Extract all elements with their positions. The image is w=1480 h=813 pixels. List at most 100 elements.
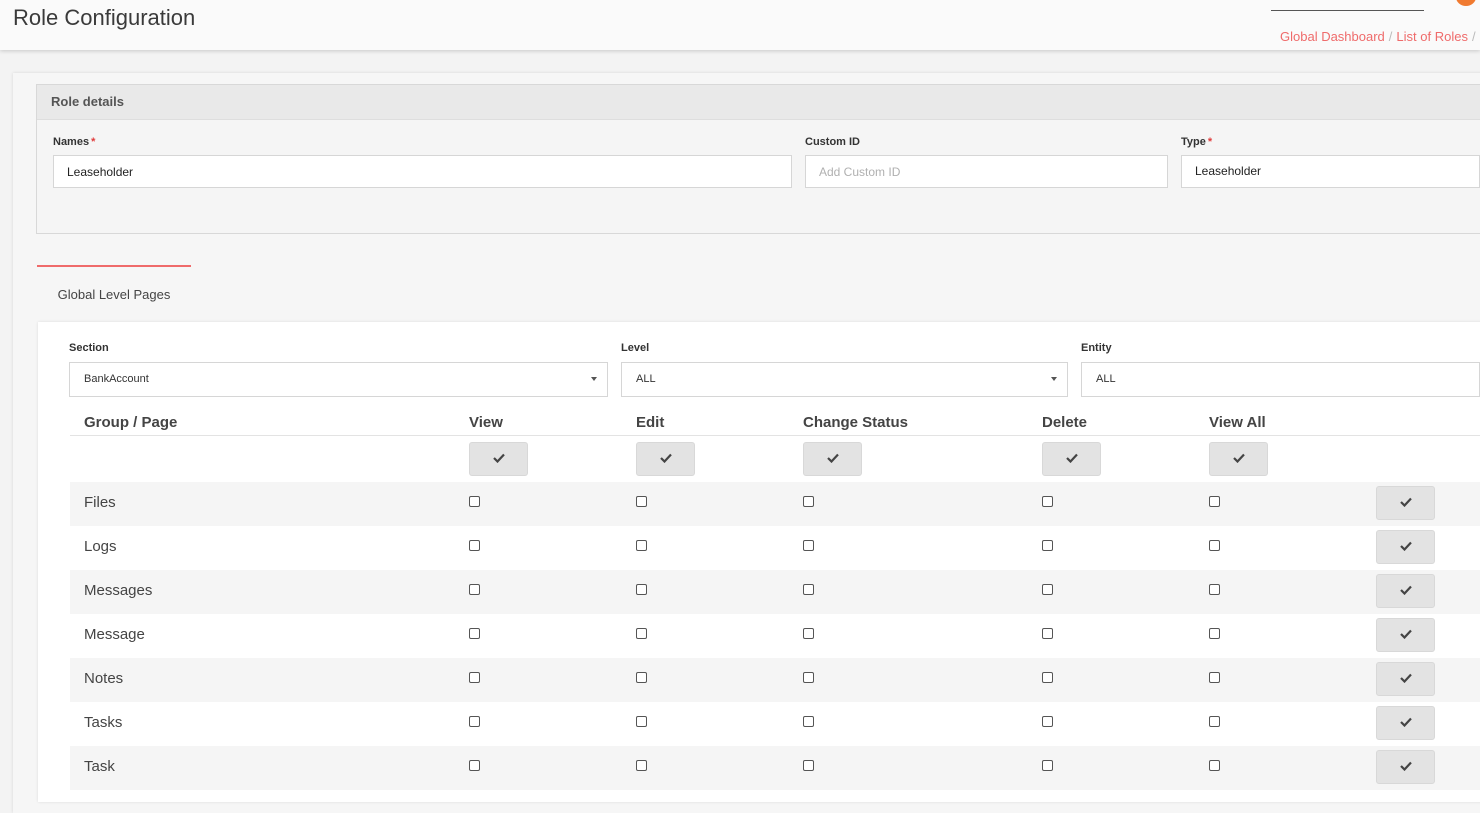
select-all-view-all-button[interactable] xyxy=(1209,442,1268,476)
row-label: Message xyxy=(84,626,145,643)
checkbox-view[interactable] xyxy=(469,628,480,639)
search-input[interactable] xyxy=(1271,0,1424,11)
select-all-edit-button[interactable] xyxy=(636,442,695,476)
check-icon xyxy=(1399,538,1412,556)
entity-select[interactable]: ALL xyxy=(1081,362,1480,397)
checkbox-delete[interactable] xyxy=(1042,760,1053,771)
checkbox-edit[interactable] xyxy=(636,628,647,639)
checkbox-view-all[interactable] xyxy=(1209,628,1220,639)
level-value: ALL xyxy=(636,373,656,385)
row-label: Task xyxy=(84,758,115,775)
breadcrumb-separator: / xyxy=(1388,29,1393,44)
checkbox-change-status[interactable] xyxy=(803,672,814,683)
checkbox-edit[interactable] xyxy=(636,672,647,683)
select-row-button[interactable] xyxy=(1376,618,1435,652)
select-row-button[interactable] xyxy=(1376,530,1435,564)
custom-id-label: Custom ID xyxy=(805,136,860,148)
checkbox-change-status[interactable] xyxy=(803,584,814,595)
row-label: Notes xyxy=(84,670,124,687)
type-select[interactable]: Leaseholder xyxy=(1181,155,1480,188)
row-label: Files xyxy=(84,494,116,511)
select-row-button[interactable] xyxy=(1376,662,1435,696)
select-row-button[interactable] xyxy=(1376,750,1435,784)
checkbox-edit[interactable] xyxy=(636,584,647,595)
checkbox-view[interactable] xyxy=(469,760,480,771)
row-label: Logs xyxy=(84,538,117,555)
check-icon xyxy=(1399,758,1412,776)
check-icon xyxy=(659,450,672,468)
checkbox-view-all[interactable] xyxy=(1209,584,1220,595)
row-label: Tasks xyxy=(84,714,123,731)
checkbox-view-all[interactable] xyxy=(1209,716,1220,727)
checkbox-delete[interactable] xyxy=(1042,628,1053,639)
row-label: Messages xyxy=(84,582,153,599)
checkbox-change-status[interactable] xyxy=(803,760,814,771)
checkbox-edit[interactable] xyxy=(636,716,647,727)
checkbox-change-status[interactable] xyxy=(803,496,814,507)
select-row-button[interactable] xyxy=(1376,574,1435,608)
select-all-view-button[interactable] xyxy=(469,442,528,476)
top-bar: Role Configuration Global Dashboard / List… xyxy=(0,0,1480,50)
custom-id-input[interactable] xyxy=(805,155,1168,188)
check-icon xyxy=(826,450,839,468)
entity-value: ALL xyxy=(1096,373,1116,385)
column-header-group-page: Group / Page xyxy=(84,414,178,431)
section-label: Section xyxy=(69,342,109,354)
table-row: Message xyxy=(70,614,1480,658)
caret-down-icon xyxy=(1051,377,1057,381)
column-header-view: View xyxy=(469,414,503,431)
breadcrumb: Global Dashboard / List of Roles / xyxy=(1280,29,1480,44)
role-details-heading: Role details xyxy=(37,85,1480,120)
check-icon xyxy=(1399,670,1412,688)
checkbox-edit[interactable] xyxy=(636,540,647,551)
table-row: Logs xyxy=(70,526,1480,570)
check-icon xyxy=(1399,582,1412,600)
column-header-view-all: View All xyxy=(1209,414,1266,431)
checkbox-view[interactable] xyxy=(469,716,480,727)
checkbox-change-status[interactable] xyxy=(803,540,814,551)
level-label: Level xyxy=(621,342,650,354)
select-all-change-status-button[interactable] xyxy=(803,442,862,476)
check-icon xyxy=(1399,626,1412,644)
checkbox-delete[interactable] xyxy=(1042,584,1053,595)
checkbox-view-all[interactable] xyxy=(1209,760,1220,771)
checkbox-delete[interactable] xyxy=(1042,716,1053,727)
checkbox-edit[interactable] xyxy=(636,496,647,507)
checkbox-change-status[interactable] xyxy=(803,716,814,727)
table-row: Tasks xyxy=(70,702,1480,746)
breadcrumb-list-of-roles[interactable]: List of Roles xyxy=(1396,29,1468,44)
checkbox-delete[interactable] xyxy=(1042,496,1053,507)
checkbox-view[interactable] xyxy=(469,496,480,507)
checkbox-view-all[interactable] xyxy=(1209,540,1220,551)
breadcrumb-global-dashboard[interactable]: Global Dashboard xyxy=(1280,29,1385,44)
check-icon xyxy=(1399,714,1412,732)
select-all-delete-button[interactable] xyxy=(1042,442,1101,476)
header-divider xyxy=(70,435,1480,436)
entity-label: Entity xyxy=(1081,342,1112,354)
names-label: Names * xyxy=(53,136,96,148)
checkbox-delete[interactable] xyxy=(1042,540,1053,551)
names-input[interactable] xyxy=(53,155,792,188)
tab-global-level-pages[interactable]: Global Level Pages xyxy=(37,265,191,323)
checkbox-view-all[interactable] xyxy=(1209,672,1220,683)
checkbox-delete[interactable] xyxy=(1042,672,1053,683)
checkbox-view[interactable] xyxy=(469,540,480,551)
table-row: Task xyxy=(70,746,1480,790)
select-row-button[interactable] xyxy=(1376,486,1435,520)
avatar[interactable] xyxy=(1456,0,1476,6)
checkbox-view[interactable] xyxy=(469,584,480,595)
column-header-edit: Edit xyxy=(636,414,665,431)
check-icon xyxy=(1399,494,1412,512)
section-select[interactable]: BankAccount xyxy=(69,362,608,397)
select-row-button[interactable] xyxy=(1376,706,1435,740)
check-icon xyxy=(1232,450,1245,468)
checkbox-view-all[interactable] xyxy=(1209,496,1220,507)
check-icon xyxy=(1065,450,1078,468)
checkbox-change-status[interactable] xyxy=(803,628,814,639)
level-select[interactable]: ALL xyxy=(621,362,1068,397)
page-title: Role Configuration xyxy=(13,5,196,30)
checkbox-view[interactable] xyxy=(469,672,480,683)
breadcrumb-separator: / xyxy=(1471,29,1476,44)
table-row: Messages xyxy=(70,570,1480,614)
checkbox-edit[interactable] xyxy=(636,760,647,771)
